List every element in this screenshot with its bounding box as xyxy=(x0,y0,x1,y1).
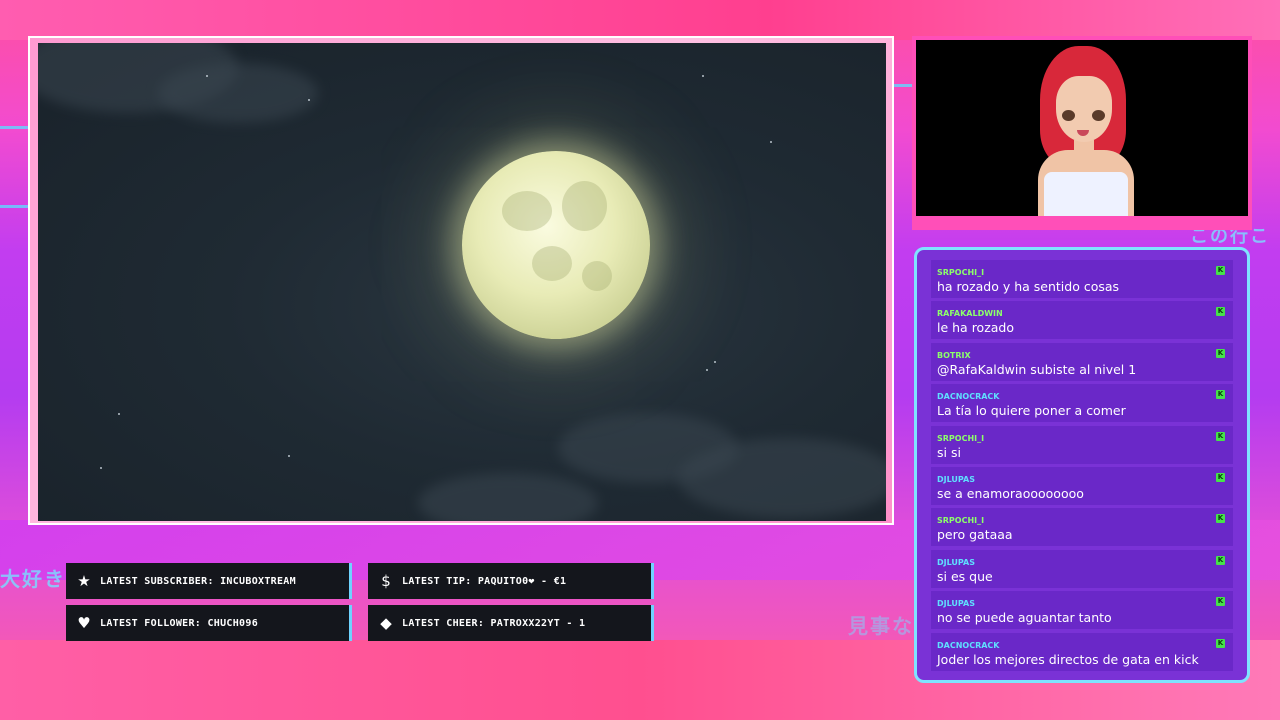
chat-message-text: le ha rozado xyxy=(937,320,1015,336)
kick-badge-icon: K xyxy=(1216,638,1225,648)
kick-badge-icon: K xyxy=(1216,390,1225,400)
latest-cheer-label: LATEST CHEER: PATROXX22YT - 1 xyxy=(402,617,586,629)
latest-subscriber-bar: ★ LATEST SUBSCRIBER: INCUBOXTREAM xyxy=(66,563,352,599)
star xyxy=(288,455,290,457)
chat-message-text: si es que xyxy=(937,568,993,584)
latest-subscriber-label: LATEST SUBSCRIBER: INCUBOXTREAM xyxy=(100,575,296,587)
avatar-top xyxy=(1044,172,1128,216)
star xyxy=(770,141,772,143)
diamond-icon: ◆ xyxy=(380,614,392,632)
chat-message[interactable]: DJLUPAS no se puede aguantar tanto K xyxy=(931,591,1233,630)
kick-badge-icon: K xyxy=(1216,514,1225,524)
star xyxy=(118,413,120,415)
latest-tip-label: LATEST TIP: PAQUITO0❤ - €1 xyxy=(402,575,567,587)
full-moon xyxy=(462,151,650,339)
heart-icon: ♥ xyxy=(77,614,91,632)
chat-message[interactable]: DJLUPAS se a enamoraoooooooo K xyxy=(931,466,1233,505)
star xyxy=(100,467,102,469)
chat-panel[interactable]: SRPOCHI_I ha rozado y ha sentido cosas K RA… xyxy=(914,247,1250,683)
chat-message[interactable]: DJLUPAS si es que K xyxy=(931,549,1233,588)
chat-message-text: se a enamoraoooooooo xyxy=(937,485,1084,501)
star xyxy=(702,75,704,77)
chat-username[interactable]: DACNOCRACK xyxy=(937,641,1000,650)
chat-username[interactable]: DJLUPAS xyxy=(937,599,975,608)
star xyxy=(308,99,310,101)
kick-badge-icon: K xyxy=(1216,266,1225,275)
game-capture xyxy=(38,43,886,521)
cloud xyxy=(158,63,318,123)
dollar-icon: $ xyxy=(381,572,391,590)
latest-follower-label: LATEST FOLLOWER: CHUCH096 xyxy=(100,617,259,629)
decor-line xyxy=(894,84,914,87)
kick-badge-icon: K xyxy=(1216,472,1225,482)
avatar-eye xyxy=(1092,110,1105,121)
kick-badge-icon: K xyxy=(1216,431,1225,441)
chat-message[interactable]: SRPOCHI_Iha rozado y ha sentido cosas K xyxy=(931,260,1233,298)
chat-message[interactable]: BOTRIX @RafaKaldwin subiste al nivel 1 K xyxy=(931,342,1233,381)
chat-message-text: La tía lo quiere poner a comer xyxy=(937,403,1126,419)
jp-decor-text: 大好き xyxy=(0,567,66,591)
kick-badge-icon: K xyxy=(1216,307,1225,317)
chat-username[interactable]: DACNOCRACK xyxy=(937,392,1000,401)
kick-badge-icon: K xyxy=(1216,555,1225,565)
chat-message[interactable]: RAFAKALDWIN le ha rozado K xyxy=(931,301,1233,340)
chat-message[interactable]: SRPOCHI_I si si K xyxy=(931,425,1233,464)
kick-badge-icon: K xyxy=(1216,348,1225,358)
chat-message-list[interactable]: SRPOCHI_I ha rozado y ha sentido cosas K RA… xyxy=(931,260,1233,674)
latest-cheer-bar: ◆ LATEST CHEER: PATROXX22YT - 1 xyxy=(368,605,654,641)
chat-message[interactable]: DACNOCRACK Joder los mejores directos de … xyxy=(931,632,1233,671)
chat-message-text: ha rozado y ha sentido cosas xyxy=(937,279,1120,294)
chat-message[interactable]: SRPOCHI_Ipero gataaa K xyxy=(931,508,1233,547)
cloud xyxy=(678,438,886,518)
star xyxy=(714,361,716,363)
star xyxy=(706,369,708,371)
moon-crater xyxy=(562,181,607,231)
chat-message-text: Joder los mejores directos de gata en ki… xyxy=(937,651,1199,667)
chat-username[interactable]: DJLUPAS xyxy=(937,558,975,567)
latest-tip-bar: $ LATEST TIP: PAQUITO0❤ - €1 xyxy=(368,563,654,599)
chat-message-text: si si xyxy=(937,444,961,460)
avatar-eye xyxy=(1062,110,1075,121)
chat-username[interactable]: BOTRIX xyxy=(937,351,971,360)
chat-username[interactable]: SRPOCHI_I xyxy=(937,434,984,443)
cloud xyxy=(418,473,598,521)
chat-message-text: no se puede aguantar tanto xyxy=(937,610,1112,626)
decor-line xyxy=(0,205,30,208)
chat-username[interactable]: RAFAKALDWIN xyxy=(937,309,1003,318)
chat-username[interactable]: SRPOCHI_I xyxy=(937,268,984,277)
jp-decor-text: 見事な xyxy=(848,614,914,638)
latest-follower-bar: ♥ LATEST FOLLOWER: CHUCH096 xyxy=(66,605,352,641)
chat-username[interactable]: DJLUPAS xyxy=(937,475,975,484)
star-icon: ★ xyxy=(77,572,91,590)
background-stripe-top xyxy=(0,0,1280,40)
moon-crater xyxy=(582,261,612,291)
avatar-neck xyxy=(1074,140,1094,160)
chat-message-text: @RafaKaldwin subiste al nivel 1 xyxy=(937,361,1137,377)
star xyxy=(206,75,208,77)
moon-crater xyxy=(532,246,572,281)
chat-message[interactable]: DACNOCRACK La tía lo quiere poner a comer… xyxy=(931,384,1233,423)
webcam-vtuber xyxy=(916,40,1248,216)
kick-badge-icon: K xyxy=(1216,597,1225,607)
chat-message-text: pero gataaa xyxy=(937,527,1013,543)
moon-crater xyxy=(502,191,552,231)
chat-username[interactable]: SRPOCHI_I xyxy=(937,516,984,525)
